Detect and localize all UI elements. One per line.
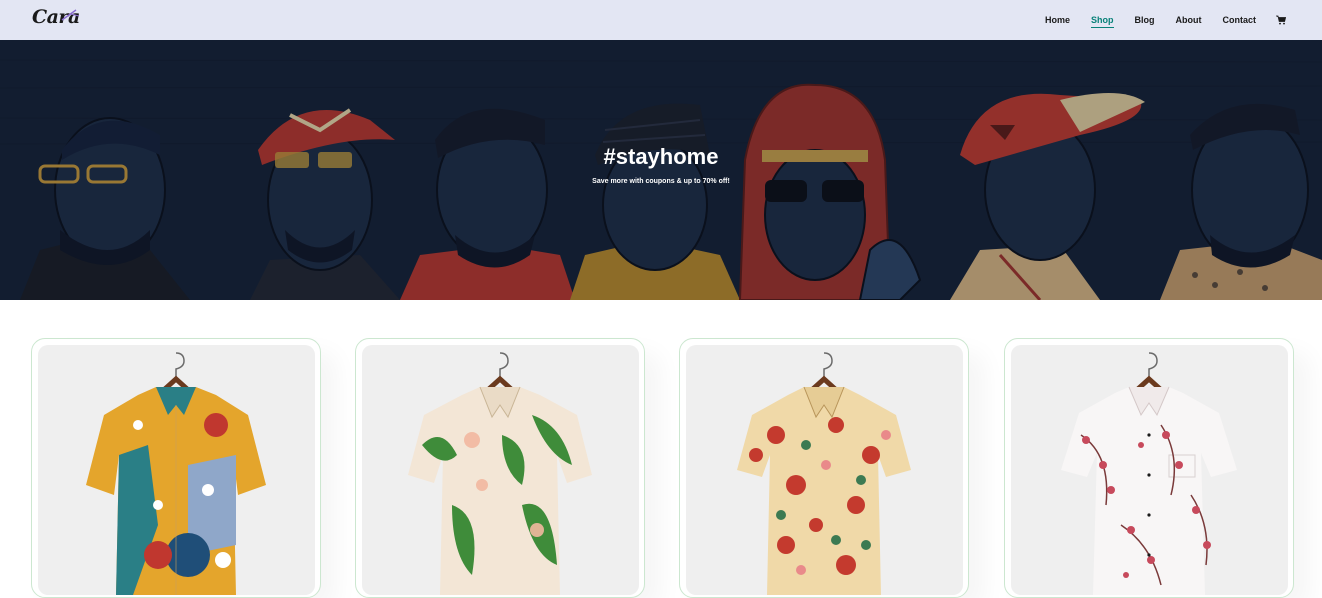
shirt-red-floral-icon bbox=[737, 352, 911, 595]
product-image bbox=[362, 345, 639, 595]
product-card[interactable] bbox=[679, 338, 969, 598]
shirt-cherry-blossom-icon bbox=[1061, 352, 1237, 595]
product-card[interactable] bbox=[1004, 338, 1294, 598]
hero-title: #stayhome bbox=[603, 144, 719, 169]
nav-contact[interactable]: Contact bbox=[1223, 15, 1257, 25]
shirt-abstract-floral-icon bbox=[86, 352, 266, 595]
product-card[interactable] bbox=[355, 338, 645, 598]
product-grid bbox=[0, 300, 1322, 598]
hero-illustration bbox=[0, 40, 1322, 300]
site-header: Cara Home Shop Blog About Contact bbox=[0, 0, 1322, 40]
nav-blog[interactable]: Blog bbox=[1135, 15, 1155, 25]
nav-home[interactable]: Home bbox=[1045, 15, 1070, 25]
product-image bbox=[38, 345, 315, 595]
product-image bbox=[1011, 345, 1288, 595]
hero-banner: #stayhome Save more with coupons & up to… bbox=[0, 40, 1322, 300]
product-image bbox=[686, 345, 963, 595]
cart-icon[interactable] bbox=[1276, 15, 1286, 25]
main-nav: Home Shop Blog About Contact bbox=[1024, 0, 1286, 40]
product-card[interactable] bbox=[31, 338, 321, 598]
shirt-tropical-leaf-icon bbox=[408, 352, 592, 595]
logo-sparkle-icon bbox=[61, 9, 80, 21]
nav-about[interactable]: About bbox=[1176, 15, 1202, 25]
nav-shop[interactable]: Shop bbox=[1091, 15, 1114, 28]
hero-subtitle: Save more with coupons & up to 70% off! bbox=[592, 178, 730, 185]
